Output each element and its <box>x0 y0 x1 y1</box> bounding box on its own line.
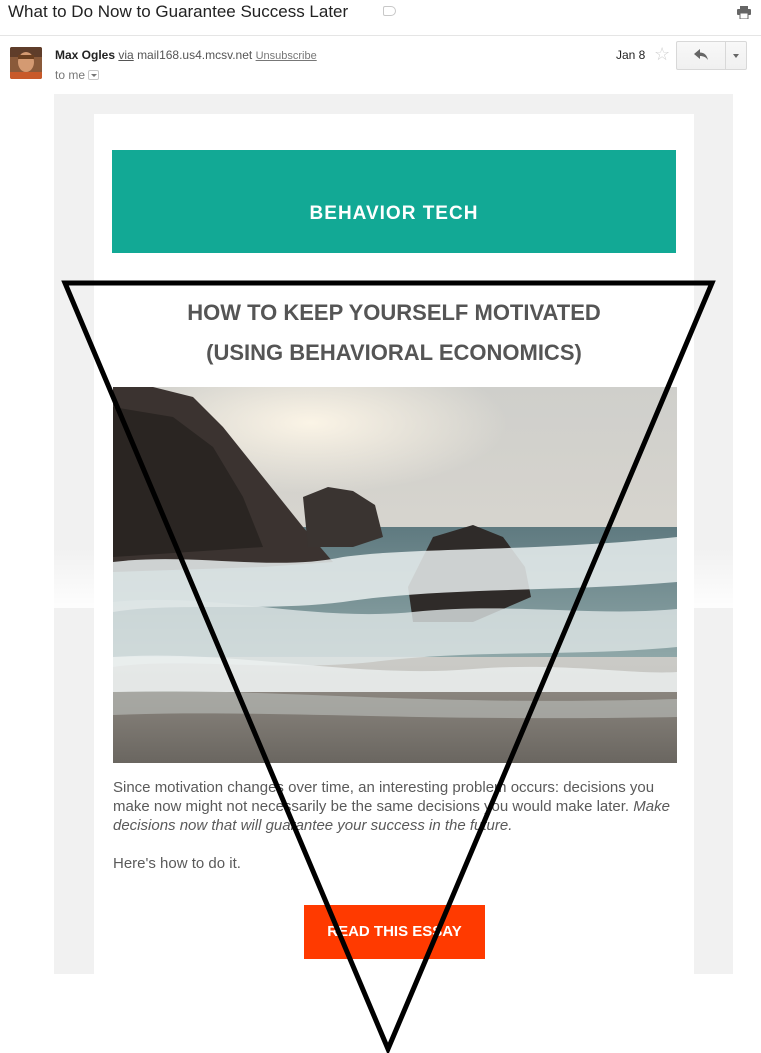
call-to-action-text: Here's how to do it. <box>113 855 241 872</box>
reply-arrow-icon <box>694 49 708 60</box>
sender-line: Max Ogles via mail168.us4.mcsv.net Unsub… <box>55 48 317 62</box>
reply-button[interactable] <box>677 42 725 69</box>
recipient-line: to me <box>55 68 100 82</box>
star-icon[interactable]: ☆ <box>654 45 670 63</box>
email-subject: What to Do Now to Guarantee Success Late… <box>8 2 349 21</box>
sender-name[interactable]: Max Ogles <box>55 48 115 62</box>
subject-bar: What to Do Now to Guarantee Success Late… <box>0 0 761 36</box>
email-headline: HOW TO KEEP YOURSELF MOTIVATED (USING BE… <box>112 293 676 373</box>
reply-button-group <box>676 41 747 70</box>
hero-image[interactable] <box>113 387 677 763</box>
recipient-label: to me <box>55 68 86 82</box>
read-essay-button[interactable]: READ THIS ESSAY <box>304 905 485 959</box>
brand-name: BEHAVIOR TECH <box>309 203 479 224</box>
label-icon[interactable] <box>383 6 396 16</box>
unsubscribe-link[interactable]: Unsubscribe <box>256 50 317 62</box>
via-link[interactable]: via <box>118 48 133 62</box>
avatar[interactable] <box>10 47 42 79</box>
intro-paragraph: Since motivation changes over time, an i… <box>113 778 673 835</box>
headline-line-1: HOW TO KEEP YOURSELF MOTIVATED <box>187 300 601 325</box>
message-date: Jan 8 <box>616 48 646 62</box>
brand-banner[interactable]: BEHAVIOR TECH <box>112 150 676 253</box>
page-margin <box>0 608 54 1053</box>
more-actions-button[interactable] <box>725 42 746 69</box>
print-icon[interactable] <box>737 6 751 19</box>
headline-line-2: (USING BEHAVIORAL ECONOMICS) <box>206 340 582 365</box>
chevron-down-icon[interactable] <box>88 70 100 80</box>
via-domain: mail168.us4.mcsv.net <box>137 48 253 62</box>
intro-text: Since motivation changes over time, an i… <box>113 779 655 815</box>
